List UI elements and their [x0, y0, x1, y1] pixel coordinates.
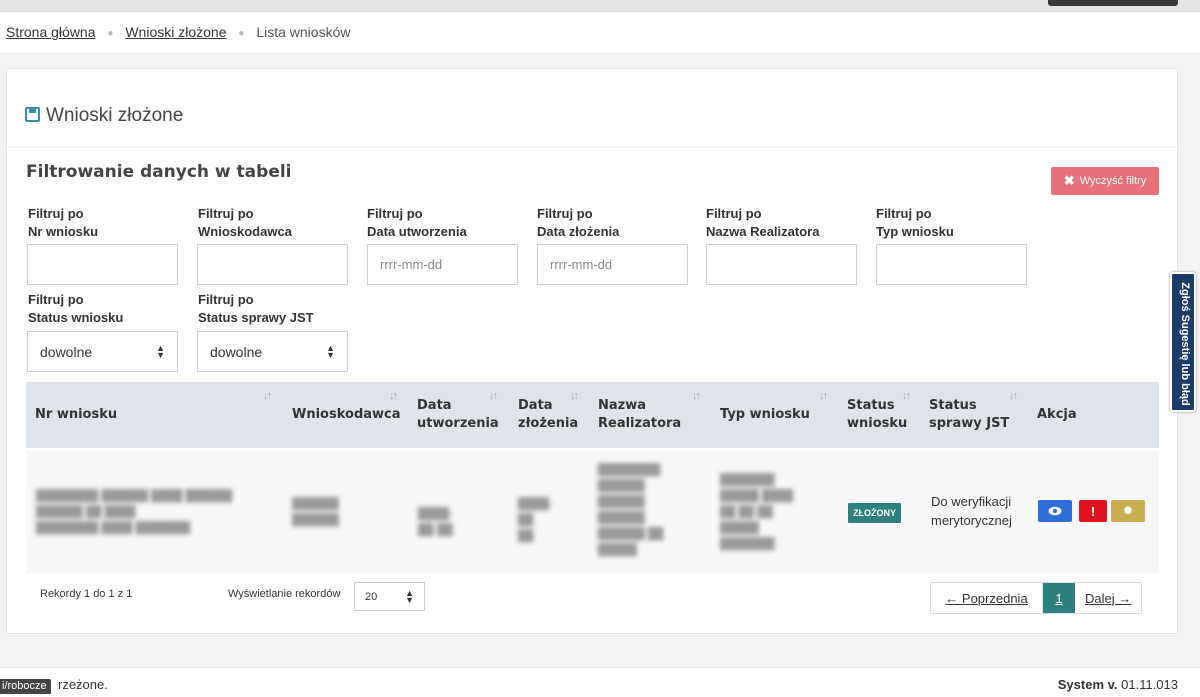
chevron-updown-icon: ▲ ▼ [156, 342, 165, 360]
close-icon: ✖ [1063, 173, 1075, 188]
filter-label-status: Filtruj po Status wniosku [28, 292, 124, 325]
panel-header: Wnioski złożone [7, 69, 1177, 148]
status-jst-text: Do weryfikacji merytorycznej [931, 494, 1012, 528]
select-value: dowolne [210, 343, 263, 360]
cell-type-redacted: ███████ █████ ████ ██ ██ ██ █████ ███████ [720, 474, 794, 550]
chevron-updown-icon: ▲ ▼ [405, 587, 414, 605]
col-nr-header[interactable]: Nr wniosku [35, 382, 285, 448]
clear-filters-button[interactable]: ✖ Wyczyść filtry [1051, 167, 1159, 195]
gear-icon: ✹ [1122, 503, 1134, 518]
filter-realizer-input[interactable] [706, 244, 857, 285]
page-title: Wnioski złożone [46, 105, 184, 126]
cell-realizer-redacted: ████████ ██████ ██████ ██████ ██████ ██ █████ [598, 464, 664, 556]
cell-submitted-redacted: ████-██ ██ [518, 498, 553, 542]
footer: rzeżone. i/robocze System v. 01.11.013 [0, 667, 1200, 697]
floppy-disk-icon [25, 107, 40, 122]
footer-text: rzeżone. [58, 677, 108, 692]
sort-icon[interactable]: ↓↑ [263, 390, 272, 402]
col-status-header[interactable]: Status wniosku [847, 382, 927, 448]
report-issue-button[interactable]: ! [1079, 500, 1107, 522]
breadcrumb-submitted-link[interactable]: Wnioski złożone [125, 24, 226, 40]
per-page-label: Wyświetlanie rekordów [228, 588, 341, 600]
sort-icon[interactable]: ↓↑ [489, 390, 498, 402]
exclamation-icon: ! [1090, 503, 1096, 519]
feedback-side-tab-label: Zgłoś Sugestię lub błąd [1179, 282, 1191, 406]
cell-nr-redacted: ████████ ██████ ████ ██████ ██████ ██ ███… [36, 490, 233, 534]
top-bar [0, 0, 1200, 12]
cell-created-redacted: ████-██-██ [418, 508, 453, 536]
view-button[interactable] [1038, 500, 1072, 522]
table-header: Nr wniosku ↓↑ Wnioskodawca ↓↑ Data utworz… [26, 382, 1159, 448]
status-badge: ZŁOŻONY [848, 503, 901, 523]
records-info: Rekordy 1 do 1 z 1 [40, 588, 133, 600]
filters-title: Filtrowanie danych w tabeli [26, 162, 292, 182]
page-1-button[interactable]: 1 [1043, 583, 1075, 613]
sort-icon[interactable]: ↓↑ [692, 390, 701, 402]
filter-type-input[interactable] [876, 244, 1027, 285]
filter-nr-input[interactable] [27, 244, 178, 285]
filter-created-date-input[interactable]: rrrr-mm-dd [367, 244, 518, 285]
applications-panel: Wnioski złożone Filtrowanie danych w tab… [6, 68, 1178, 634]
chevron-updown-icon: ▲ ▼ [326, 342, 335, 360]
col-submitted-header[interactable]: Data złożenia [518, 382, 593, 448]
select-value: dowolne [40, 343, 93, 360]
sort-icon[interactable]: ↓↑ [902, 390, 911, 402]
system-version: System v. 01.11.013 [1057, 677, 1178, 692]
settings-button[interactable]: ✹ [1111, 500, 1145, 522]
per-page-value: 20 [365, 590, 378, 603]
cell-applicant-redacted: ██████ ██████ [292, 498, 339, 526]
filter-label-created: Filtruj po Data utworzenia [367, 206, 467, 239]
pagination: ← Poprzednia 1 Dalej → [930, 582, 1143, 614]
prev-page-button[interactable]: ← Poprzednia [931, 583, 1043, 613]
breadcrumb-separator: ● [238, 27, 245, 39]
breadcrumb-current: Lista wniosków [256, 24, 351, 40]
eye-icon [1048, 506, 1062, 516]
top-tab[interactable] [1048, 0, 1178, 6]
breadcrumb-home-link[interactable]: Strona główna [6, 24, 96, 40]
filter-label-status-jst: Filtruj po Status sprawy JST [198, 292, 314, 325]
sort-icon[interactable]: ↓↑ [570, 390, 579, 402]
feedback-side-tab[interactable]: Zgłoś Sugestię lub błąd [1170, 272, 1196, 412]
filter-label-realizer: Filtruj po Nazwa Realizatora [706, 206, 820, 239]
sort-icon[interactable]: ↓↑ [1009, 390, 1018, 402]
col-action-header: Akcja [1037, 407, 1077, 422]
filter-status-jst-select[interactable]: dowolne ▲ ▼ [197, 331, 348, 372]
col-type-header[interactable]: Typ wniosku [720, 382, 830, 448]
filter-label-applicant: Filtruj po Wnioskodawca [198, 206, 292, 239]
clear-filters-label: Wyczyść filtry [1079, 175, 1147, 187]
per-page-select[interactable]: 20 ▲ ▼ [354, 582, 425, 611]
table-row: ████████ ██████ ████ ██████ ██████ ██ ███… [26, 450, 1159, 574]
sort-icon[interactable]: ↓↑ [389, 390, 398, 402]
footer-status-tag: i/robocze [0, 679, 51, 694]
filter-label-nr: Filtruj po Nr wniosku [28, 206, 99, 239]
filter-label-type: Filtruj po Typ wniosku [876, 206, 954, 239]
filter-label-submitted: Filtruj po Data złożenia [537, 206, 620, 239]
sort-icon[interactable]: ↓↑ [819, 390, 828, 402]
next-page-button[interactable]: Dalej → [1075, 583, 1141, 613]
breadcrumb: Strona główna ● Wnioski złożone ● Lista … [0, 12, 1200, 54]
filter-submitted-date-input[interactable]: rrrr-mm-dd [537, 244, 688, 285]
filter-status-select[interactable]: dowolne ▲ ▼ [27, 331, 178, 372]
breadcrumb-separator: ● [107, 27, 114, 39]
col-created-header[interactable]: Data utworzenia [417, 382, 512, 448]
filter-applicant-input[interactable] [197, 244, 348, 285]
